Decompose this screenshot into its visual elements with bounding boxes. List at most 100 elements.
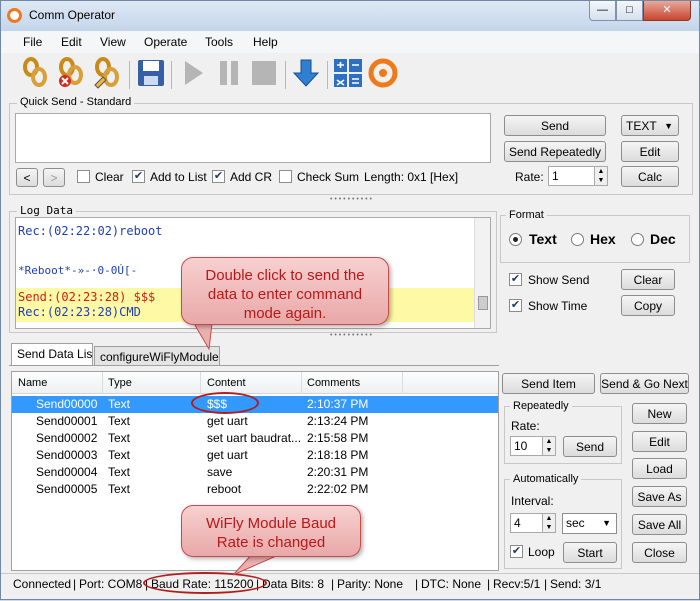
interval-input[interactable]: 4 ▲ ▼ — [510, 513, 556, 533]
table-row[interactable]: Send00001 Text get uart 2:13:24 PM — [12, 413, 498, 430]
load-button[interactable]: Load — [632, 458, 687, 479]
table-row[interactable]: Send00004 Text save 2:20:31 PM — [12, 464, 498, 481]
tab-send-data-list[interactable]: Send Data List — [11, 343, 93, 365]
repeat-rate-value: 10 — [514, 439, 528, 453]
save-all-button[interactable]: Save All — [632, 514, 687, 535]
format-hex-radio[interactable] — [571, 233, 584, 246]
maximize-button[interactable]: □ — [616, 1, 643, 21]
save-icon[interactable] — [135, 57, 167, 89]
loop-checkbox[interactable]: ✔ — [510, 545, 523, 558]
format-dropdown[interactable]: TEXT ▼ — [621, 115, 679, 136]
clear-checkbox[interactable] — [77, 170, 90, 183]
table-row[interactable]: Send00005 Text reboot 2:22:02 PM — [12, 481, 498, 498]
check-sum-checkbox[interactable] — [279, 170, 292, 183]
row-type: Text — [108, 397, 131, 411]
previous-button[interactable]: < — [16, 168, 38, 187]
spin-up-icon[interactable]: ▲ — [542, 514, 555, 523]
column-header-content[interactable]: Content — [207, 377, 246, 389]
clear-log-button[interactable]: Clear — [621, 269, 675, 290]
copy-log-button[interactable]: Copy — [621, 295, 675, 316]
menu-view[interactable]: View — [100, 35, 126, 49]
show-send-checkbox[interactable]: ✔ — [509, 273, 522, 286]
menu-operate[interactable]: Operate — [144, 35, 187, 49]
tab-divider — [9, 365, 499, 366]
new-button[interactable]: New — [632, 403, 687, 424]
repeat-rate-label: Rate: — [511, 419, 540, 433]
table-row[interactable]: Send00003 Text get uart 2:18:18 PM — [12, 447, 498, 464]
show-time-checkbox[interactable]: ✔ — [509, 299, 522, 312]
menu-edit[interactable]: Edit — [61, 35, 82, 49]
interval-unit-dropdown[interactable]: sec ▼ — [562, 513, 617, 534]
log-scrollbar[interactable] — [474, 218, 490, 328]
column-divider[interactable] — [402, 372, 403, 394]
status-send: Send: 3/1 — [550, 577, 602, 591]
spin-up-icon[interactable]: ▲ — [594, 167, 607, 176]
row-type: Text — [108, 448, 131, 462]
edit-item-button[interactable]: Edit — [632, 431, 687, 452]
table-row[interactable]: Send00002 Text set uart baudrat... 2:15:… — [12, 430, 498, 447]
row-type: Text — [108, 465, 131, 479]
repeatedly-title: Repeatedly — [510, 400, 572, 412]
add-cr-label: Add CR — [230, 170, 273, 184]
column-divider[interactable] — [102, 372, 103, 394]
log-line: Rec:(02:22:02)reboot — [18, 224, 163, 238]
close-window-button[interactable]: ✕ — [643, 1, 691, 21]
start-button[interactable]: Start — [563, 542, 617, 563]
send-go-next-button[interactable]: Send & Go Next — [600, 373, 689, 394]
quick-send-input[interactable] — [15, 113, 491, 163]
menu-file[interactable]: File — [23, 35, 42, 49]
edit-port-icon[interactable] — [91, 57, 123, 89]
add-to-list-checkbox[interactable]: ✔ — [132, 170, 145, 183]
column-header-type[interactable]: Type — [108, 377, 132, 389]
add-cr-checkbox[interactable]: ✔ — [212, 170, 225, 183]
pause-icon[interactable] — [213, 57, 245, 89]
row-content: get uart — [207, 414, 248, 428]
repeat-rate-input[interactable]: 10 ▲ ▼ — [510, 436, 556, 456]
column-divider[interactable] — [200, 372, 201, 394]
row-comments: 2:15:58 PM — [307, 431, 369, 445]
save-as-button[interactable]: Save As — [632, 486, 687, 507]
splitter-handle[interactable]: • • • • • • • • • • — [291, 196, 411, 203]
baud-rate-highlight-ring — [143, 572, 267, 594]
next-button[interactable]: > — [43, 168, 65, 187]
spin-down-icon[interactable]: ▼ — [542, 523, 555, 532]
status-parity: Parity: None — [337, 577, 404, 591]
column-header-name[interactable]: Name — [18, 377, 47, 389]
repeat-send-button[interactable]: Send — [563, 436, 617, 457]
tab-configure-wifly-module[interactable]: configureWiFlyModule.s — [94, 346, 220, 366]
menu-tools[interactable]: Tools — [205, 35, 233, 49]
menu-help[interactable]: Help — [253, 35, 278, 49]
scrollbar-thumb[interactable] — [478, 296, 488, 310]
status-separator: | — [415, 577, 419, 591]
rate-input[interactable]: 1 ▲ ▼ — [548, 166, 608, 186]
minimize-button[interactable]: — — [589, 1, 616, 21]
send-item-button[interactable]: Send Item — [502, 373, 595, 394]
calculator-icon[interactable] — [332, 57, 364, 89]
open-port-icon[interactable] — [19, 57, 51, 89]
splitter-handle[interactable]: • • • • • • • • • • — [291, 332, 411, 339]
format-dec-radio[interactable] — [631, 233, 644, 246]
format-title: Format — [506, 209, 547, 221]
calc-button[interactable]: Calc — [621, 166, 679, 187]
comm-operator-logo-icon[interactable] — [367, 57, 399, 89]
send-repeatedly-button[interactable]: Send Repeatedly — [504, 141, 606, 162]
title-bar[interactable]: Comm Operator — □ ✕ — [1, 1, 699, 31]
spin-down-icon[interactable]: ▼ — [594, 176, 607, 185]
row-name: Send00000 — [36, 397, 98, 411]
stop-icon[interactable] — [248, 57, 280, 89]
row-name: Send00005 — [36, 482, 98, 496]
spin-up-icon[interactable]: ▲ — [542, 437, 555, 446]
close-port-icon[interactable] — [55, 57, 87, 89]
format-text-radio[interactable] — [509, 233, 522, 246]
column-divider[interactable] — [301, 372, 302, 394]
app-window: Comm Operator — □ ✕ File Edit View Opera… — [0, 0, 700, 600]
status-recv: Recv:5/1 — [493, 577, 541, 591]
download-icon[interactable] — [290, 57, 322, 89]
spin-down-icon[interactable]: ▼ — [542, 446, 555, 455]
status-separator: | — [487, 577, 491, 591]
play-icon[interactable] — [177, 57, 209, 89]
close-list-button[interactable]: Close — [632, 542, 687, 563]
send-button[interactable]: Send — [504, 115, 606, 136]
column-header-comments[interactable]: Comments — [307, 377, 360, 389]
edit-button[interactable]: Edit — [621, 141, 679, 162]
